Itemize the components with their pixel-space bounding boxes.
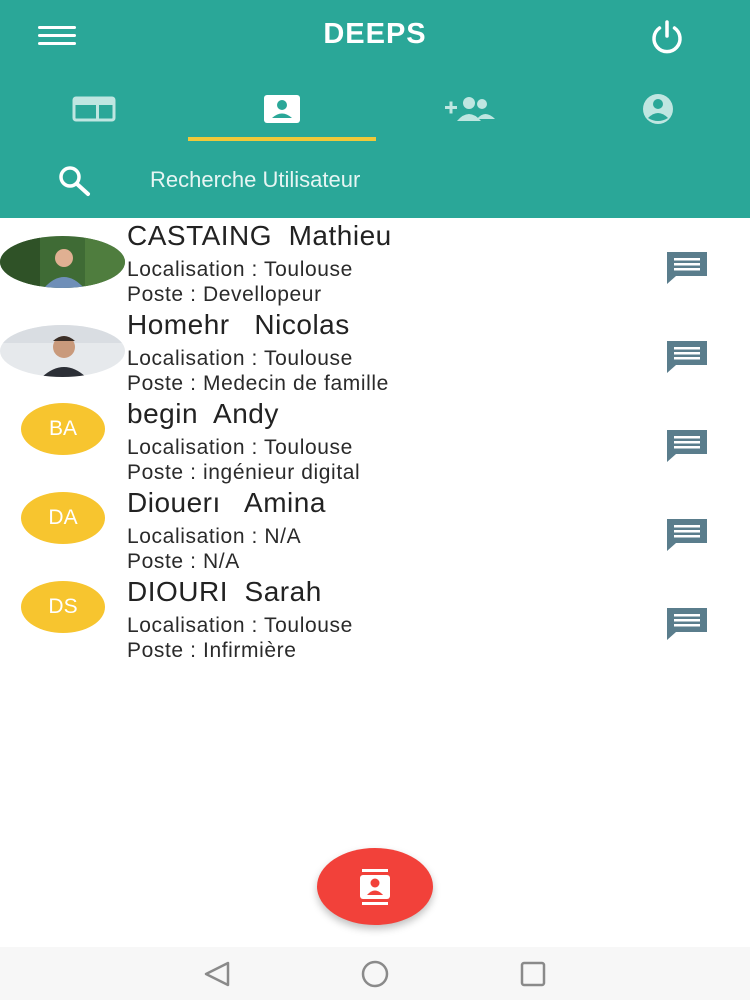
user-localisation: Localisation : Toulouse: [127, 436, 353, 459]
tab-contacts[interactable]: [188, 75, 376, 143]
message-icon[interactable]: [664, 248, 710, 288]
avatar-initials: DS: [21, 581, 105, 633]
message-icon[interactable]: [664, 337, 710, 377]
dashboard-icon: [72, 96, 116, 122]
user-poste: Poste : Devellopeur: [127, 283, 322, 306]
avatar: BA: [21, 396, 105, 480]
user-name: begin Andy: [127, 398, 279, 429]
user-poste: Poste : N/A: [127, 550, 240, 573]
tab-add-group[interactable]: [376, 75, 564, 143]
top-toolbar: DEEPS: [0, 0, 750, 75]
user-poste: Poste : ingénieur digital: [127, 461, 361, 484]
user-localisation: Localisation : Toulouse: [127, 614, 353, 637]
active-tab-indicator: [188, 137, 376, 141]
user-localisation: Localisation : Toulouse: [127, 347, 353, 370]
avatar: [0, 325, 125, 377]
user-localisation: Localisation : N/A: [127, 525, 302, 548]
app-title: DEEPS: [323, 18, 427, 50]
account-circle-icon: [643, 94, 673, 124]
user-row[interactable]: Homehr Nicolas Localisation : Toulouse P…: [0, 307, 750, 396]
power-icon[interactable]: [645, 17, 689, 57]
user-row[interactable]: DA Diouerı Amina Localisation : N/A Post…: [0, 485, 750, 574]
tab-account[interactable]: [564, 75, 750, 143]
contacts-fab-button[interactable]: [317, 848, 433, 925]
message-icon[interactable]: [664, 604, 710, 644]
user-localisation: Localisation : Toulouse: [127, 258, 353, 281]
recents-square-icon[interactable]: [514, 959, 554, 989]
user-name: DIOURI Sarah: [127, 576, 322, 607]
search-icon[interactable]: [55, 163, 95, 199]
system-nav-bar: [0, 947, 750, 1000]
back-triangle-icon[interactable]: [198, 959, 238, 989]
tab-bar: [0, 75, 750, 143]
user-row[interactable]: BA begin Andy Localisation : Toulouse Po…: [0, 396, 750, 485]
message-icon[interactable]: [664, 515, 710, 555]
user-poste: Poste : Medecin de famille: [127, 372, 389, 395]
user-name: Diouerı Amina: [127, 487, 326, 518]
user-name: CASTAING Mathieu: [127, 220, 392, 251]
user-poste: Poste : Infirmière: [127, 639, 297, 662]
app-bar: DEEPS: [0, 0, 750, 218]
tab-dashboard[interactable]: [0, 75, 188, 143]
avatar-initials: DA: [21, 492, 105, 544]
user-name: Homehr Nicolas: [127, 309, 350, 340]
home-circle-icon[interactable]: [355, 959, 395, 989]
avatar: DA: [21, 485, 105, 569]
search-input[interactable]: [150, 160, 710, 200]
message-icon[interactable]: [664, 426, 710, 466]
avatar: DS: [21, 574, 105, 658]
contacts-icon: [360, 868, 390, 905]
contact-card-icon: [264, 95, 300, 123]
add-group-icon: [445, 97, 495, 121]
user-row[interactable]: CASTAING Mathieu Localisation : Toulouse…: [0, 218, 750, 307]
user-row[interactable]: DS DIOURI Sarah Localisation : Toulouse …: [0, 574, 750, 663]
avatar: [0, 236, 125, 288]
avatar-initials: BA: [21, 403, 105, 455]
